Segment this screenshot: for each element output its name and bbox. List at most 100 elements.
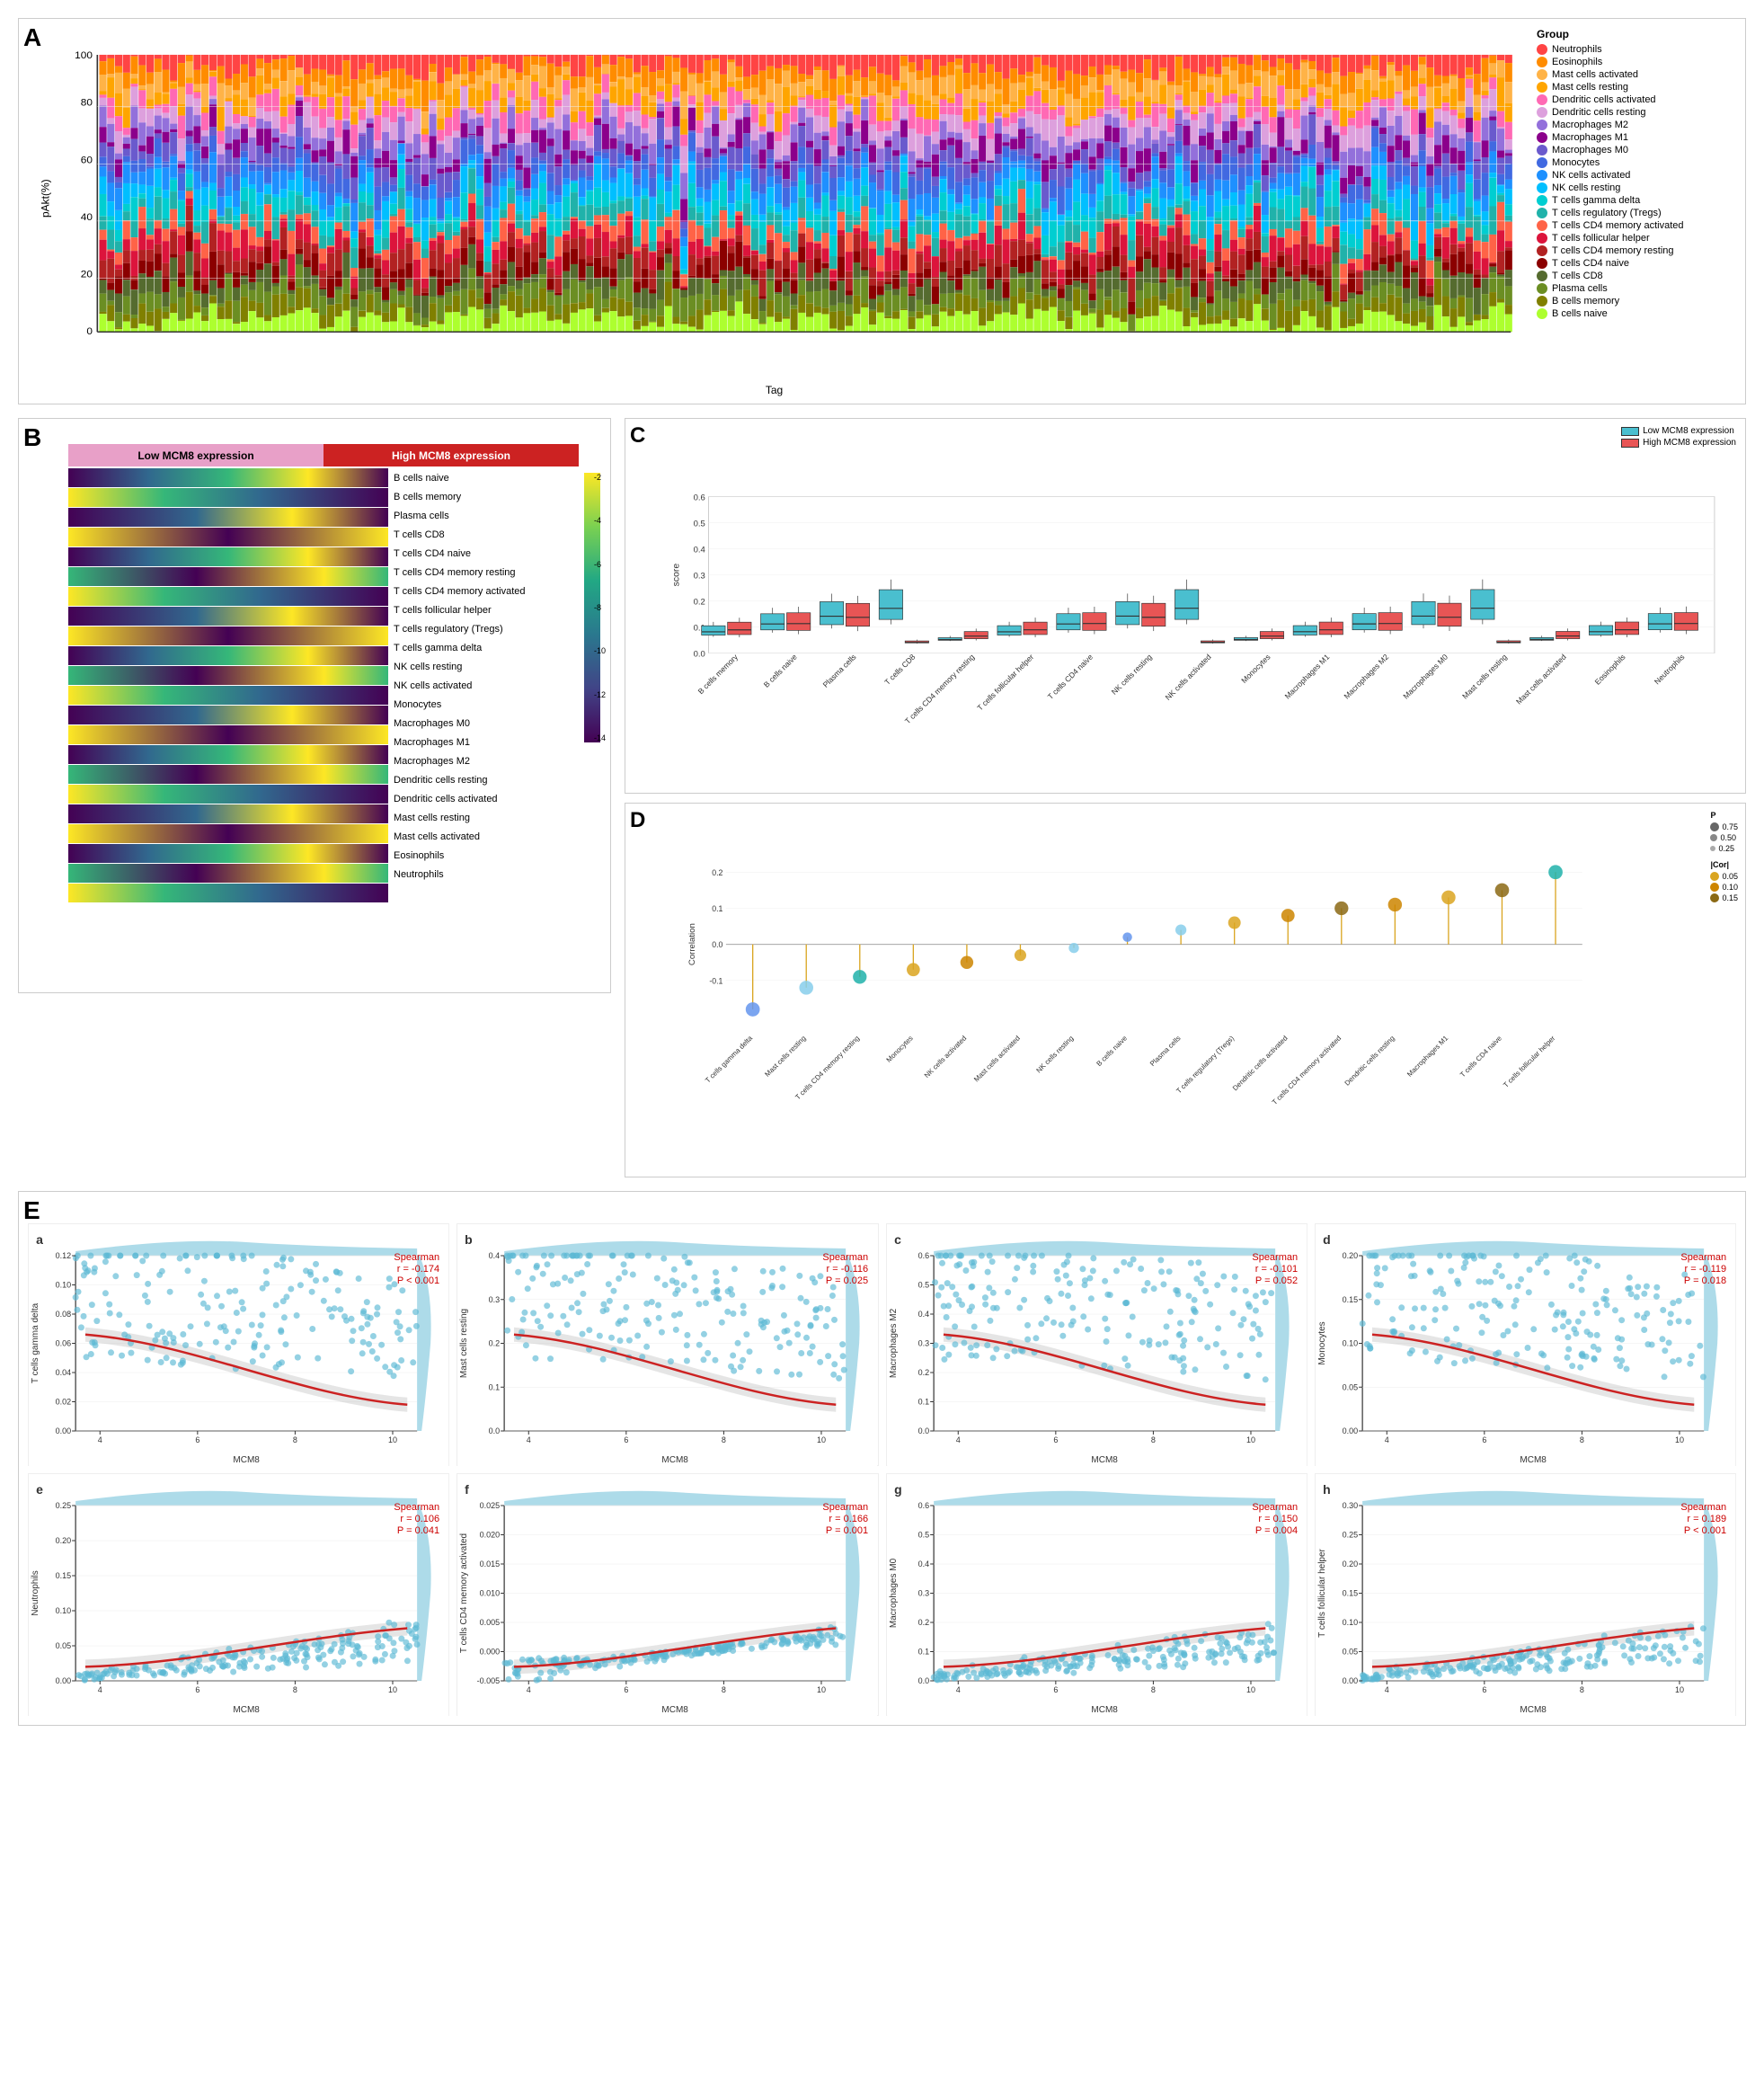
heatmap-row-label: T cells regulatory (Tregs) [394, 619, 568, 638]
svg-text:T cells CD4 memory resting: T cells CD4 memory resting [793, 1034, 861, 1101]
legend-item: Macrophages M2 [1537, 120, 1738, 130]
legend-item: B cells memory [1537, 296, 1738, 307]
svg-text:0.6: 0.6 [694, 493, 705, 502]
legend-item: Plasma cells [1537, 283, 1738, 294]
heatmap-row-label: T cells CD8 [394, 525, 568, 544]
legend-item: Macrophages M0 [1537, 145, 1738, 155]
heatmap-row-label: Dendritic cells activated [394, 789, 568, 808]
svg-text:Macrophages M2: Macrophages M2 [1342, 653, 1390, 701]
legend-item: Eosinophils [1537, 57, 1738, 67]
svg-text:0.3: 0.3 [694, 571, 705, 581]
svg-text:0: 0 [86, 327, 93, 338]
panel-b-low-label: Low MCM8 expression [68, 444, 324, 466]
svg-text:Macrophages M1: Macrophages M1 [1283, 653, 1332, 701]
svg-text:Mast cells resting: Mast cells resting [459, 1309, 469, 1378]
subplot-a: 0.000.020.040.060.080.100.12 46810 T cel… [28, 1223, 449, 1466]
svg-text:0.08: 0.08 [56, 1310, 72, 1319]
svg-text:P < 0.001: P < 0.001 [397, 1275, 439, 1286]
panel-a-label: A [23, 23, 41, 52]
svg-text:8: 8 [293, 1435, 297, 1444]
svg-text:20: 20 [81, 270, 93, 280]
heatmap-row-label: Macrophages M0 [394, 714, 568, 733]
svg-text:Correlation: Correlation [687, 923, 697, 965]
panel-b-heatmap [68, 468, 388, 904]
panel-a-chart-area: pAkt(%) Tag 0 20 40 60 80 100 [19, 19, 1529, 404]
heatmap-row-label: Eosinophils [394, 846, 568, 865]
svg-text:-0.1: -0.1 [709, 976, 722, 985]
svg-text:4: 4 [527, 1435, 531, 1444]
legend-item: Dendritic cells resting [1537, 107, 1738, 118]
svg-text:0.00: 0.00 [56, 1426, 72, 1435]
subplot-g: 0.00.10.20.30.40.50.6 46810 Macrophages … [886, 1473, 1307, 1716]
svg-text:100: 100 [75, 50, 93, 61]
heatmap-row-label: Macrophages M1 [394, 733, 568, 751]
svg-text:0.2: 0.2 [712, 867, 722, 876]
legend-items: NeutrophilsEosinophilsMast cells activat… [1537, 44, 1738, 319]
subplot-c: 0.00.10.20.30.40.50.6 46810 Macrophages … [886, 1223, 1307, 1466]
subplot-e-svg: 0.000.050.100.150.200.25 46810 Neutrophi… [29, 1474, 448, 1717]
panel-a-legend: Group NeutrophilsEosinophilsMast cells a… [1529, 19, 1745, 404]
legend-item: T cells follicular helper [1537, 233, 1738, 244]
legend-item: T cells regulatory (Tregs) [1537, 208, 1738, 218]
subplot-e: 0.000.050.100.150.200.25 46810 Neutrophi… [28, 1473, 449, 1716]
heatmap-row-label: T cells follicular helper [394, 600, 568, 619]
svg-text:Dendritic cells resting: Dendritic cells resting [1343, 1034, 1396, 1087]
svg-text:Mast cells activated: Mast cells activated [1514, 653, 1568, 706]
svg-text:0.02: 0.02 [56, 1398, 72, 1407]
legend-item: T cells CD4 memory activated [1537, 220, 1738, 231]
colorbar-value: -6 [594, 560, 606, 569]
panel-d-legend: P 0.75 0.50 0.25 |Cor| 0.05 0.10 0.15 [1710, 811, 1738, 902]
svg-text:T cells follicular helper: T cells follicular helper [1502, 1034, 1557, 1089]
svg-text:0.06: 0.06 [56, 1339, 72, 1348]
svg-text:NK cells resting: NK cells resting [1034, 1034, 1075, 1074]
panel-e: E 0.000.020.040.060.080.100.12 468 [18, 1191, 1746, 1726]
svg-text:Plasma cells: Plasma cells [821, 653, 858, 689]
colorbar-value: -10 [594, 646, 606, 655]
svg-text:score: score [671, 564, 681, 587]
subplot-f-svg: -0.0050.0000.0050.0100.0150.0200.025 468… [457, 1474, 877, 1717]
legend-item: Mast cells resting [1537, 82, 1738, 93]
heatmap-row-label: Mast cells resting [394, 808, 568, 827]
legend-item: Mast cells activated [1537, 69, 1738, 80]
subplot-g-svg: 0.00.10.20.30.40.50.6 46810 Macrophages … [887, 1474, 1307, 1717]
svg-text:4: 4 [98, 1435, 102, 1444]
subplot-h: 0.000.050.100.150.200.250.30 46810 T cel… [1315, 1473, 1736, 1716]
svg-text:60: 60 [81, 155, 93, 166]
panel-b-high-label: High MCM8 expression [324, 444, 579, 466]
svg-text:6: 6 [625, 1435, 629, 1444]
legend-item: T cells CD8 [1537, 271, 1738, 281]
panel-b-colorbar: -2-4-6-8-10-12-14 [570, 468, 610, 904]
svg-text:0.0: 0.0 [712, 940, 722, 949]
heatmap-row-label: T cells CD4 memory resting [394, 563, 568, 582]
svg-text:Mast cells resting: Mast cells resting [763, 1034, 807, 1078]
subplot-a-svg: 0.000.020.040.060.080.100.12 46810 T cel… [29, 1224, 448, 1467]
heatmap-svg [68, 468, 388, 900]
heatmap-labels: B cells naiveB cells memoryPlasma cellsT… [394, 468, 568, 884]
panel-b-label: B [23, 423, 41, 452]
svg-text:6: 6 [195, 1435, 199, 1444]
svg-text:NK cells activated: NK cells activated [923, 1034, 969, 1080]
panel-b: B Low MCM8 expression High MCM8 expressi… [18, 418, 611, 993]
panel-a-x-axis-label: Tag [766, 384, 783, 396]
panel-a: A pAkt(%) Tag 0 20 40 60 80 100 [18, 18, 1746, 404]
svg-text:0.1: 0.1 [712, 904, 722, 913]
svg-text:Eosinophils: Eosinophils [1593, 653, 1627, 687]
colorbar-value: -12 [594, 690, 606, 699]
heatmap-row-label: Macrophages M2 [394, 751, 568, 770]
svg-text:Monocytes: Monocytes [1239, 653, 1272, 685]
svg-text:NK cells activated: NK cells activated [1164, 653, 1213, 702]
colorbar-value: -8 [594, 603, 606, 612]
heatmap-row-label: Monocytes [394, 695, 568, 714]
svg-text:T cells gamma delta: T cells gamma delta [704, 1034, 754, 1084]
panel-e-grid: 0.000.020.040.060.080.100.12 46810 T cel… [28, 1223, 1736, 1716]
svg-text:0.3: 0.3 [489, 1295, 501, 1304]
heatmap-row-label: T cells CD4 memory activated [394, 582, 568, 600]
legend-item: T cells CD4 naive [1537, 258, 1738, 269]
svg-text:0.0: 0.0 [694, 649, 705, 659]
legend-title: Group [1537, 28, 1738, 40]
panel-c: C Low MCM8 expression High MCM8 expressi… [625, 418, 1746, 794]
heatmap-row-label: Neutrophils [394, 865, 568, 884]
svg-text:T cells CD4 naive: T cells CD4 naive [1046, 653, 1095, 701]
svg-text:Neutrophils: Neutrophils [1653, 653, 1687, 687]
panel-a-y-axis-label: pAkt(%) [39, 179, 51, 218]
